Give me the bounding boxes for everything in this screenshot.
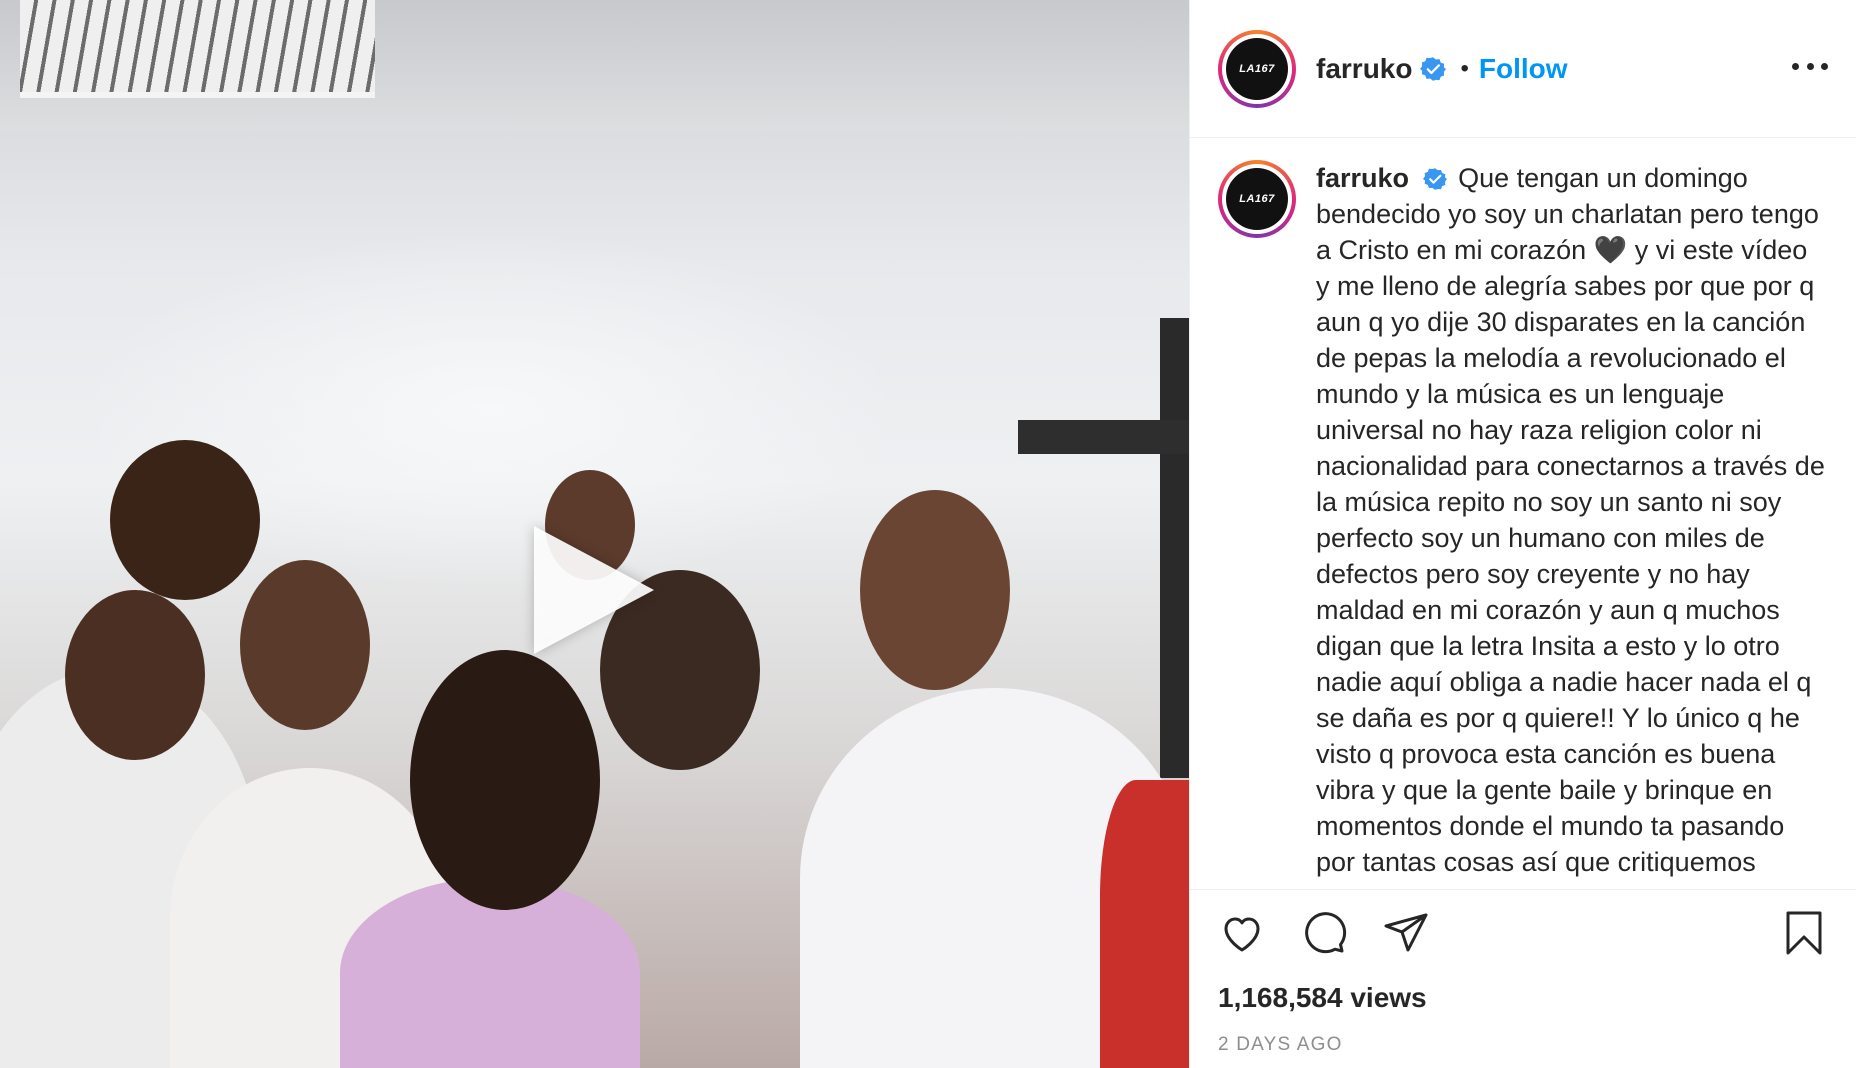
video-frame-person: [65, 590, 205, 760]
more-dot: [1821, 62, 1828, 70]
heart-icon[interactable]: [1218, 909, 1266, 957]
caption-username[interactable]: farruko: [1316, 163, 1409, 193]
post-panel: LA167 farruko • Follow LA167 farruko Que…: [1189, 0, 1856, 1068]
video-frame-cross-bar: [1018, 420, 1189, 454]
avatar[interactable]: LA167: [1218, 29, 1296, 108]
video-frame-person: [860, 490, 1010, 690]
bookmark-icon[interactable]: [1780, 909, 1828, 957]
action-bar: [1190, 890, 1856, 976]
more-options-icon[interactable]: [1792, 62, 1828, 75]
video-frame-vent: [20, 0, 375, 98]
paper-plane-icon[interactable]: [1382, 909, 1430, 957]
avatar-logo: LA167: [1226, 37, 1288, 100]
avatar-border: LA167: [1222, 164, 1292, 234]
video-player[interactable]: [0, 0, 1189, 1068]
comments-section[interactable]: LA167 farruko Que tengan un domingo bend…: [1190, 138, 1856, 890]
instagram-post: LA167 farruko • Follow LA167 farruko Que…: [0, 0, 1856, 1068]
video-frame-person: [1100, 780, 1189, 1068]
post-header: LA167 farruko • Follow: [1190, 0, 1856, 138]
separator-dot: •: [1460, 54, 1469, 82]
more-dot: [1792, 62, 1799, 70]
video-frame-person: [410, 650, 600, 910]
view-count[interactable]: 1,168,584 views: [1190, 976, 1856, 1024]
play-icon[interactable]: [534, 526, 654, 654]
caption-avatar[interactable]: LA167: [1218, 160, 1296, 238]
avatar-logo: LA167: [1226, 168, 1288, 230]
post-caption: farruko Que tengan un domingo bendecido …: [1316, 160, 1826, 889]
video-frame-person: [240, 560, 370, 730]
comment-icon[interactable]: [1300, 909, 1348, 957]
verified-badge-icon: [1420, 56, 1447, 81]
video-frame-person: [110, 440, 260, 600]
follow-button[interactable]: Follow: [1479, 53, 1568, 85]
more-dot: [1806, 62, 1814, 70]
username-link[interactable]: farruko: [1316, 53, 1412, 85]
post-timestamp[interactable]: 2 DAYS AGO: [1190, 1024, 1856, 1056]
caption-text: Que tengan un domingo bendecido yo soy u…: [1316, 163, 1825, 877]
video-frame-cross: [1160, 318, 1189, 778]
avatar-border: LA167: [1222, 33, 1292, 104]
verified-badge-icon: [1422, 168, 1447, 190]
